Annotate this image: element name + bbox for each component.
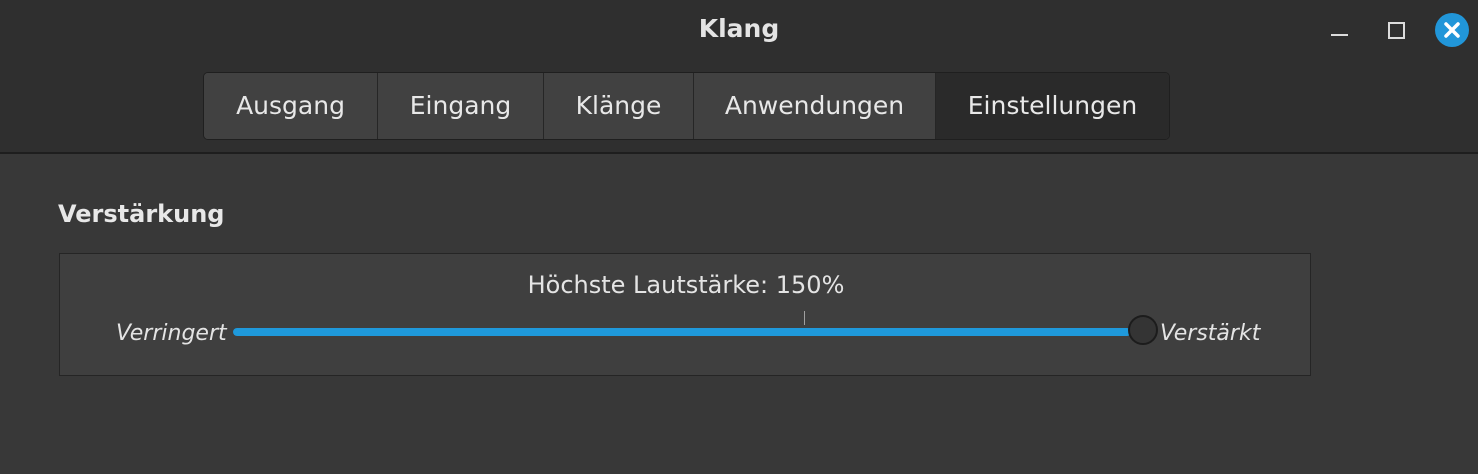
slider-mark-100 xyxy=(803,311,805,325)
tab-klaenge[interactable]: Klänge xyxy=(544,73,694,139)
max-label: Verstärkt xyxy=(1160,321,1261,346)
max-volume-label: Höchste Lautstärke: 150% xyxy=(60,271,1312,299)
volume-slider[interactable] xyxy=(233,328,1131,336)
maximize-icon[interactable] xyxy=(1388,22,1405,39)
max-volume-value: 150% xyxy=(775,271,845,299)
tab-bar: Ausgang Eingang Klänge Anwendungen Einst… xyxy=(203,72,1170,140)
close-icon xyxy=(1444,22,1460,38)
header-bar: Klang Ausgang Eingang Klänge Anwendungen… xyxy=(0,0,1478,154)
min-label: Verringert xyxy=(116,321,227,346)
slider-fill xyxy=(233,328,1131,336)
amplification-frame: Höchste Lautstärke: 150% Verringert Vers… xyxy=(59,253,1311,376)
section-title: Verstärkung xyxy=(58,200,225,228)
tab-ausgang[interactable]: Ausgang xyxy=(204,73,378,139)
sound-settings-window: Klang Ausgang Eingang Klänge Anwendungen… xyxy=(0,0,1478,474)
tab-eingang[interactable]: Eingang xyxy=(378,73,544,139)
minimize-icon[interactable] xyxy=(1331,34,1348,36)
slider-handle[interactable] xyxy=(1128,315,1158,345)
window-title: Klang xyxy=(698,14,780,43)
tab-einstellungen[interactable]: Einstellungen xyxy=(936,73,1169,139)
max-volume-label-prefix: Höchste Lautstärke: xyxy=(527,271,776,299)
close-button[interactable] xyxy=(1435,13,1469,47)
tab-anwendungen[interactable]: Anwendungen xyxy=(694,73,936,139)
